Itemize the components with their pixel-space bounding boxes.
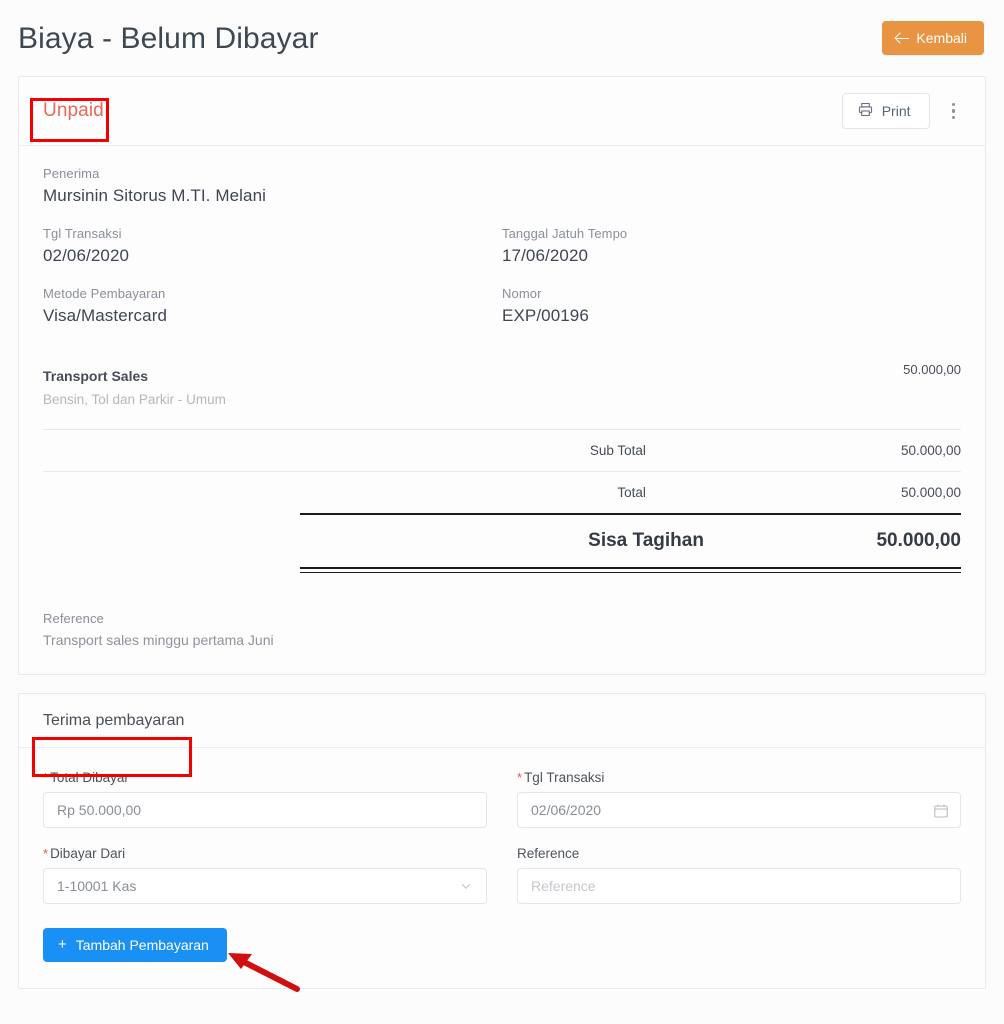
detail-card-body: Penerima Mursinin Sitorus M.TI. Melani T… — [19, 146, 985, 674]
receive-payment-form: *Total Dibayar *Tgl Transaksi — [19, 748, 985, 988]
tgl-transaksi-value: 02/06/2020 — [43, 246, 130, 265]
print-button-label: Print — [881, 103, 911, 119]
jatuh-tempo-label: Tanggal Jatuh Tempo — [502, 226, 628, 241]
total-dibayar-input[interactable] — [43, 791, 487, 828]
line-item-amount: 50.000,00 — [903, 362, 961, 377]
dibayar-dari-select[interactable] — [43, 867, 487, 904]
payment-reference-label: Reference — [517, 845, 580, 861]
detail-row-dates: Tgl Transaksi 02/06/2020 Tanggal Jatuh T… — [43, 226, 961, 286]
receive-payment-card: Terima pembayaran *Total Dibayar *Tgl Tr… — [18, 692, 986, 989]
field-tgl-transaksi: Tgl Transaksi 02/06/2020 — [43, 226, 502, 286]
field-jatuh-tempo: Tanggal Jatuh Tempo 17/06/2020 — [502, 226, 961, 286]
line-item-name: Transport Sales — [43, 368, 149, 384]
table-row: Transport Sales Bensin, Tol dan Parkir -… — [43, 362, 961, 429]
total-dibayar-label: * Total Dibayar — [43, 769, 129, 785]
grand-total-label: Sisa Tagihan — [300, 513, 704, 569]
metode-value: Visa/Mastercard — [43, 306, 168, 325]
field-penerima: Penerima Mursinin Sitorus M.TI. Melani — [43, 166, 961, 206]
detail-card-header: Unpaid Print — [19, 77, 985, 146]
back-button-label: Kembali — [916, 30, 967, 46]
nomor-value: EXP/00196 — [502, 306, 589, 325]
metode-label: Metode Pembayaran — [43, 286, 166, 301]
add-payment-button[interactable]: + Tambah Pembayaran — [43, 927, 227, 962]
printer-icon — [858, 102, 873, 120]
field-nomor: Nomor EXP/00196 — [502, 286, 961, 346]
page-header: Biaya - Belum Dibayar Kembali — [0, 0, 1004, 76]
arrow-left-icon — [896, 32, 910, 45]
line-item-description: Bensin, Tol dan Parkir - Umum — [43, 392, 226, 407]
total-value: 50.000,00 — [703, 471, 961, 514]
back-button[interactable]: Kembali — [882, 21, 984, 55]
required-asterisk: * — [43, 769, 49, 785]
required-asterisk: * — [43, 845, 49, 861]
status-badge: Unpaid — [43, 100, 104, 121]
nomor-label: Nomor — [502, 286, 542, 301]
detail-reference-label: Reference — [43, 610, 104, 626]
detail-row-method: Metode Pembayaran Visa/Mastercard Nomor … — [43, 286, 961, 346]
plus-icon: + — [58, 936, 67, 953]
tgl-transaksi-input[interactable] — [517, 791, 961, 828]
form-row-2: *Dibayar Dari Reference — [43, 846, 961, 904]
totals-table: Sub Total 50.000,00 Total 50.000,00 Sisa… — [43, 429, 961, 569]
field-dibayar-dari: * Dibayar Dari — [43, 846, 487, 904]
field-payment-reference: Reference — [517, 846, 961, 904]
add-payment-label: Tambah Pembayaran — [75, 936, 209, 953]
grand-total-double-rule — [43, 569, 961, 573]
form-row-1: *Total Dibayar *Tgl Transaksi — [43, 770, 961, 828]
detail-reference-value: Transport sales minggu pertama Juni — [43, 631, 274, 648]
subtotal-label: Sub Total — [300, 429, 704, 472]
detail-card-actions: Print — [841, 93, 964, 129]
payment-reference-input[interactable] — [517, 867, 961, 904]
detail-reference-block: Reference Transport sales minggu pertama… — [43, 611, 961, 648]
field-total-dibayar: * Total Dibayar — [43, 770, 487, 828]
penerima-label: Penerima — [43, 166, 100, 181]
penerima-value: Mursinin Sitorus M.TI. Melani — [43, 186, 267, 205]
page-root: Biaya - Belum Dibayar Kembali Unpaid Pri… — [0, 0, 1004, 1024]
grand-total-row: Sisa Tagihan 50.000,00 — [43, 513, 961, 569]
subtotal-value: 50.000,00 — [703, 429, 961, 472]
expense-detail-card: Unpaid Print Penerima Mursinin Sitorus M… — [18, 76, 986, 675]
tgl-transaksi-input-label: * Tgl Transaksi — [517, 769, 605, 785]
kebab-menu-icon[interactable] — [944, 97, 964, 126]
field-metode-pembayaran: Metode Pembayaran Visa/Mastercard — [43, 286, 502, 346]
total-label: Total — [300, 471, 704, 514]
page-title: Biaya - Belum Dibayar — [18, 21, 319, 55]
receive-payment-title: Terima pembayaran — [19, 694, 985, 748]
grand-total-value: 50.000,00 — [703, 513, 961, 569]
total-row: Total 50.000,00 — [43, 471, 961, 514]
dibayar-dari-label: * Dibayar Dari — [43, 845, 126, 861]
required-asterisk: * — [517, 769, 523, 785]
field-tgl-transaksi-input: * Tgl Transaksi — [517, 770, 961, 828]
print-button[interactable]: Print — [841, 93, 930, 129]
line-items-table: Transport Sales Bensin, Tol dan Parkir -… — [43, 362, 961, 429]
subtotal-row: Sub Total 50.000,00 — [43, 429, 961, 472]
tgl-transaksi-label: Tgl Transaksi — [43, 226, 122, 241]
jatuh-tempo-value: 17/06/2020 — [502, 246, 589, 265]
